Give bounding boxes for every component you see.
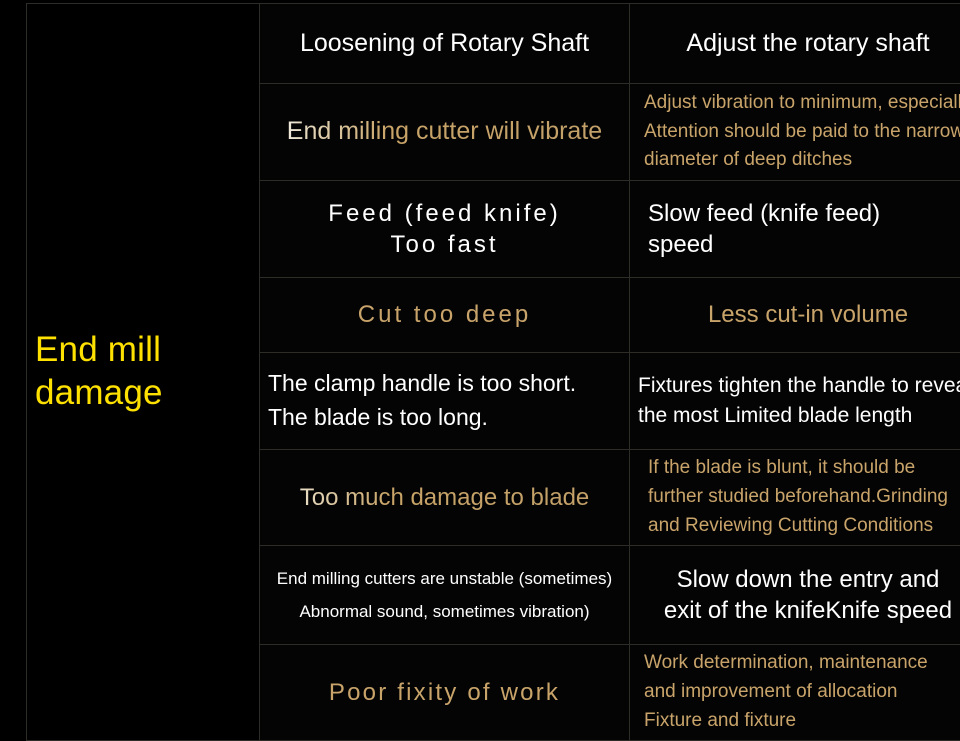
remedy-text-6: If the blade is blunt, it should be furt…	[638, 454, 960, 541]
remedy-cell-3: Slow feed (knife feed) speed	[630, 181, 960, 278]
remedy-cell-7: Slow down the entry and exit of the knif…	[630, 546, 960, 645]
remedy-cell-1: Adjust the rotary shaft	[630, 4, 960, 84]
symptom-cell-2: End milling cutter will vibrate	[260, 84, 630, 181]
remedy-text-7: Slow down the entry and exit of the knif…	[638, 564, 960, 626]
symptom-text-1: Loosening of Rotary Shaft	[268, 27, 621, 61]
remedy-cell-5: Fixtures tighten the handle to reveal th…	[630, 353, 960, 450]
remedy-cell-6: If the blade is blunt, it should be furt…	[630, 450, 960, 546]
symptom-text-7: End milling cutters are unstable (someti…	[268, 562, 621, 628]
symptom-cell-5: The clamp handle is too short. The blade…	[260, 353, 630, 450]
symptom-text-3: Feed (feed knife) Too fast	[268, 198, 621, 260]
remedy-text-5: Fixtures tighten the handle to reveal th…	[638, 371, 960, 431]
symptom-cell-3: Feed (feed knife) Too fast	[260, 181, 630, 278]
end-mill-damage-table: End mill damage Loosening of Rotary Shaf…	[26, 3, 960, 741]
remedy-text-4: Less cut-in volume	[638, 299, 960, 330]
symptom-cell-8: Poor fixity of work	[260, 645, 630, 741]
remedy-cell-4: Less cut-in volume	[630, 278, 960, 353]
slide-canvas: End mill damage Loosening of Rotary Shaf…	[0, 0, 960, 681]
cause-cell-end-mill-damage: End mill damage	[27, 4, 260, 741]
symptom-cell-7: End milling cutters are unstable (someti…	[260, 546, 630, 645]
table-row: End mill damage Loosening of Rotary Shaf…	[27, 4, 960, 84]
page-title: End mill damage	[35, 330, 163, 412]
symptom-text-6: Too much damage to blade	[268, 482, 621, 513]
remedy-cell-8: Work determination, maintenance and impr…	[630, 645, 960, 741]
symptom-text-5: The clamp handle is too short. The blade…	[268, 367, 621, 434]
remedy-text-2: Adjust vibration to minimum, especially …	[638, 89, 960, 176]
remedy-text-3: Slow feed (knife feed) speed	[638, 198, 960, 260]
remedy-cell-2: Adjust vibration to minimum, especially …	[630, 84, 960, 181]
remedy-text-1: Adjust the rotary shaft	[638, 27, 960, 61]
symptom-cell-1: Loosening of Rotary Shaft	[260, 4, 630, 84]
symptom-text-2: End milling cutter will vibrate	[268, 115, 621, 149]
symptom-text-4: Cut too deep	[268, 299, 621, 330]
symptom-cell-4: Cut too deep	[260, 278, 630, 353]
symptom-cell-6: Too much damage to blade	[260, 450, 630, 546]
remedy-text-8: Work determination, maintenance and impr…	[638, 649, 960, 736]
symptom-text-8: Poor fixity of work	[268, 677, 621, 708]
